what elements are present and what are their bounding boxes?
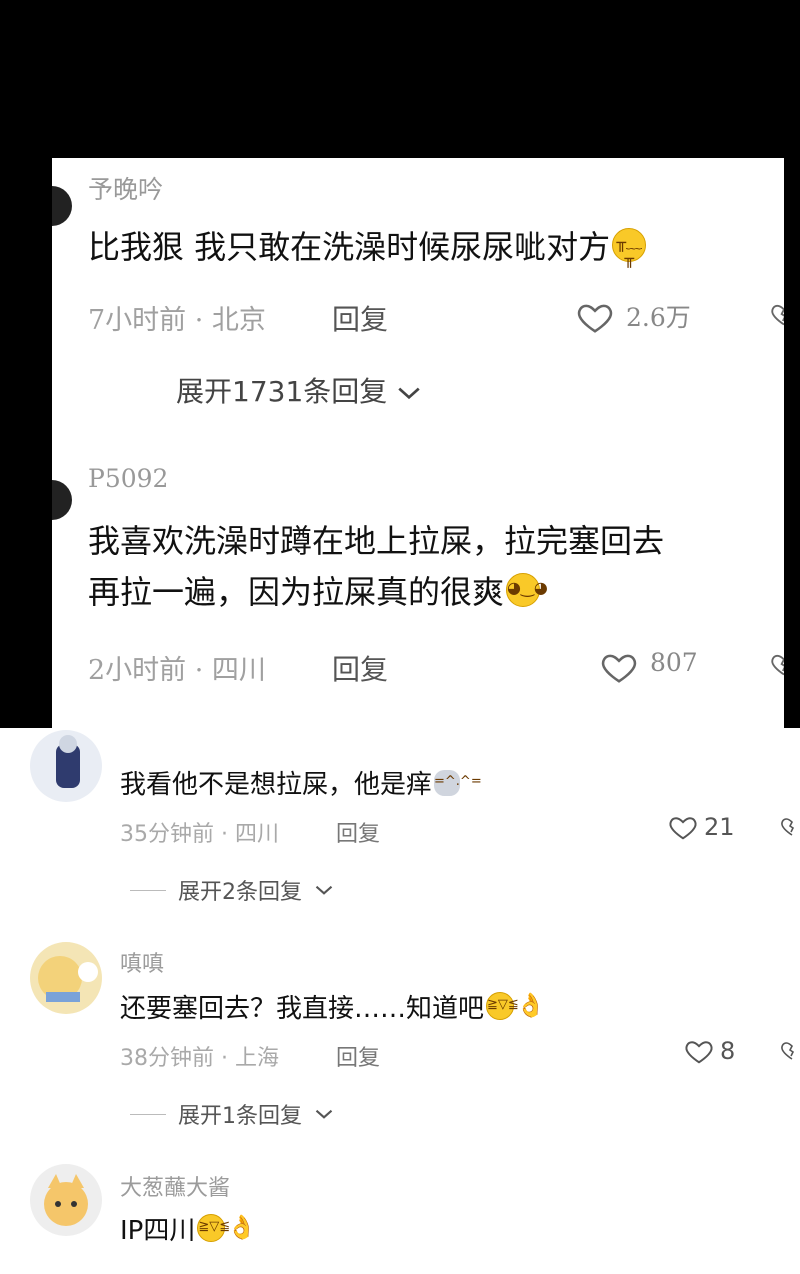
chevron-down-icon [398,387,420,400]
like-button[interactable]: 8 [684,1036,735,1066]
username[interactable]: P5092 [88,464,168,493]
dislike-icon[interactable] [780,1036,800,1064]
comment-text-line: 我喜欢洗澡时蹲在地上拉屎，拉完塞回去 [88,522,665,560]
like-count: 21 [704,813,735,841]
grinning-face-icon: ◕‿◕ [506,572,548,607]
heart-icon [669,817,697,840]
comment-text: 比我狠 我只敢在洗澡时候尿尿呲对方 ╥﹏╥ [88,222,784,273]
comment-text-body: 还要塞回去？我直接……知道吧 [120,994,485,1024]
laughing-face-icon: ≧▽≦ [486,992,519,1021]
avatar[interactable] [52,186,72,226]
expand-replies[interactable]: 展开1条回复 [130,1098,334,1130]
username[interactable]: 嗔嗔 [120,946,164,978]
dislike-icon[interactable] [770,648,784,680]
divider [130,1113,166,1115]
chevron-down-icon [315,1109,333,1119]
heart-icon[interactable] [576,298,614,336]
comment-text-body: IP四川 [120,1216,196,1246]
heart-icon [685,1041,713,1064]
avatar[interactable] [30,730,102,802]
like-count: 807 [650,648,698,677]
like-count: 2.6万 [626,303,691,332]
reply-button[interactable]: 回复 [336,816,380,848]
reply-button[interactable]: 回复 [332,648,388,688]
comment-list: 我看他不是想拉屎，他是痒 =^.^= 35分钟前 · 四川 回复 21 展开2条回… [0,728,800,1274]
comment-text-body: 我看他不是想拉屎，他是痒 [120,770,433,800]
username[interactable]: 予晚吟 [88,170,163,206]
reply-button[interactable]: 回复 [332,298,388,338]
expand-replies[interactable]: 展开1731条回复 [176,370,422,410]
comment-text: 我看他不是想拉屎，他是痒 =^.^= [120,764,482,801]
expand-replies-label: 展开1条回复 [178,1104,302,1129]
crying-face-icon: ╥﹏╥ [612,227,647,266]
comment-text: 还要塞回去？我直接……知道吧 ≧▽≦ 👌 [120,988,546,1025]
comment-meta: 7小时前 · 北京 [88,305,266,336]
reply-button[interactable]: 回复 [336,1040,380,1072]
ok-hand-icon: 👌 [516,991,546,1020]
comment-text-body: 再拉一遍，因为拉屎真的很爽 [88,573,505,611]
comment-text-body: 比我狠 我只敢在洗澡时候尿尿呲对方 [88,228,611,266]
laughing-face-icon: ≧▽≦ [197,1214,230,1243]
screenshot-card: 予晚吟 比我狠 我只敢在洗澡时候尿尿呲对方 ╥﹏╥ 7小时前 · 北京 回复 2.… [52,158,784,728]
expand-replies[interactable]: 展开2条回复 [130,874,334,906]
avatar[interactable] [30,942,102,1014]
expand-replies-label: 展开2条回复 [178,880,302,905]
dislike-icon[interactable] [780,812,800,840]
comment-meta: 2小时前 · 四川 [88,655,266,686]
avatar[interactable] [52,480,72,520]
chevron-down-icon [315,885,333,895]
ok-hand-icon: 👌 [227,1213,257,1242]
avatar-image [38,956,98,1002]
comment-meta: 35分钟前 · 四川 [120,822,279,847]
comment-text: IP四川 ≧▽≦ 👌 [120,1210,257,1247]
like-button[interactable]: 21 [668,812,735,842]
divider [130,889,166,891]
comment-meta: 38分钟前 · 上海 [120,1046,279,1071]
expand-replies-label: 展开1731条回复 [176,375,388,408]
username[interactable]: 大葱蘸大酱 [120,1170,230,1202]
avatar-image [44,1174,88,1226]
cat-face-icon: =^.^= [434,770,482,797]
avatar-image [56,735,80,788]
heart-icon[interactable] [600,648,638,686]
avatar[interactable] [30,1164,102,1236]
comment-text: 我喜欢洗澡时蹲在地上拉屎，拉完塞回去 再拉一遍，因为拉屎真的很爽 ◕‿◕ [88,516,784,618]
dislike-icon[interactable] [770,298,784,330]
comment-text-line: 再拉一遍，因为拉屎真的很爽 ◕‿◕ [88,567,784,618]
like-count: 8 [720,1037,736,1065]
